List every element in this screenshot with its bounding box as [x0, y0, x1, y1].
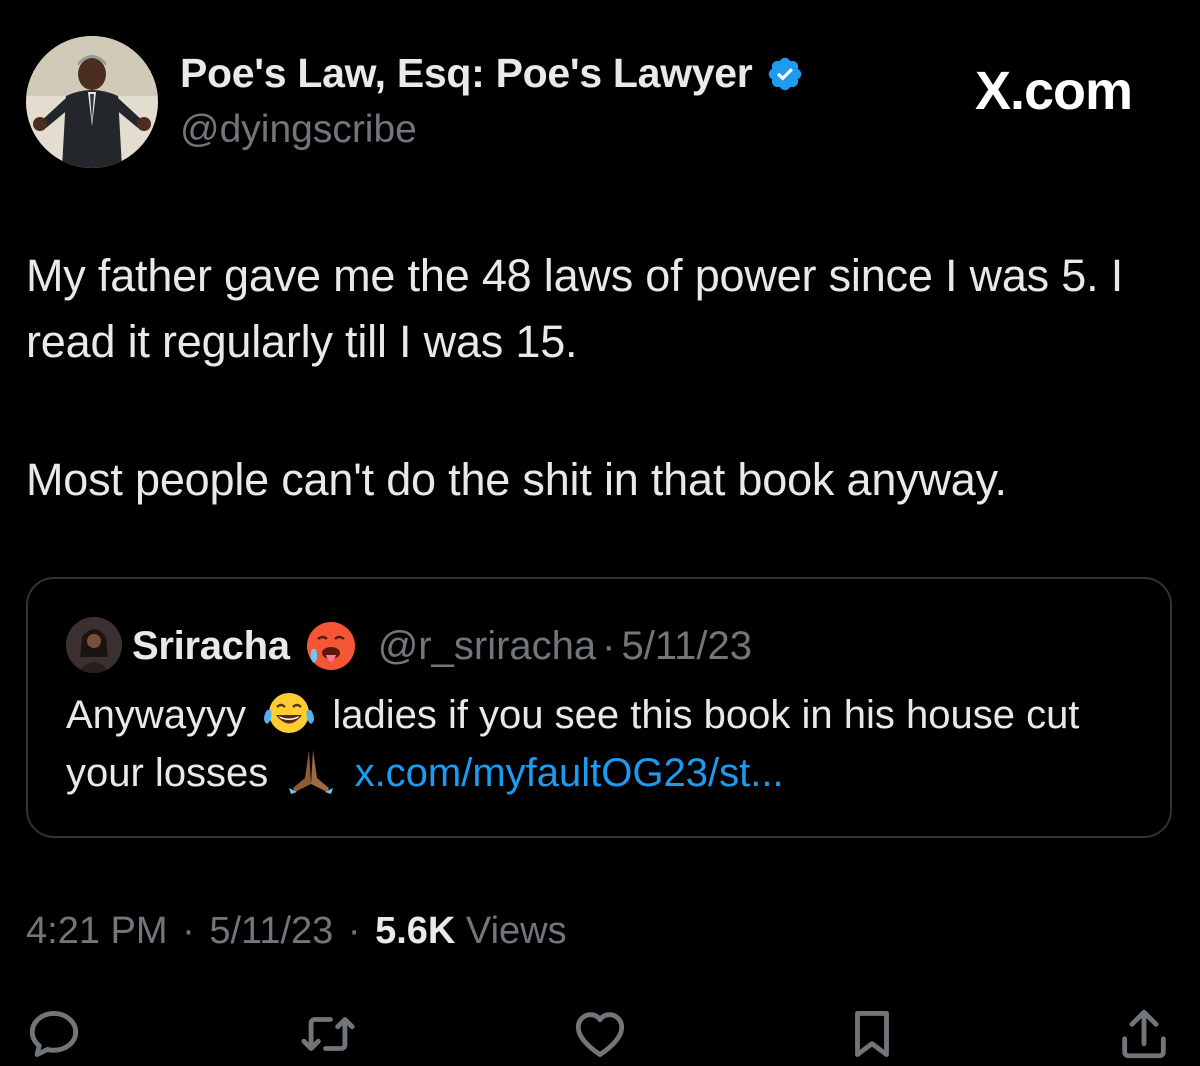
- bookmark-icon: [855, 1011, 889, 1057]
- quoted-tweet-header: Sriracha @r_sriracha · 5/11/23: [132, 618, 752, 674]
- avatar-illustration: [26, 36, 158, 168]
- meta-separator-2: ·: [347, 910, 361, 952]
- reply-icon: [29, 1011, 79, 1057]
- quoted-author-name[interactable]: Sriracha: [132, 624, 290, 669]
- author-display-name-row[interactable]: Poe's Law, Esq: Poe's Lawyer: [180, 50, 804, 97]
- quoted-avatar-image: [66, 617, 122, 673]
- tweet-date[interactable]: 5/11/23: [209, 910, 333, 952]
- quoted-text-part1: Anywayyy: [66, 693, 247, 737]
- bookmark-button[interactable]: [840, 1002, 904, 1066]
- tweet-meta: 4:21 PM · 5/11/23 · 5.6K Views: [26, 910, 567, 953]
- quoted-author-handle[interactable]: @r_sriracha: [378, 624, 596, 669]
- author-handle[interactable]: @dyingscribe: [180, 108, 417, 152]
- tweet-time[interactable]: 4:21 PM: [26, 910, 168, 952]
- quoted-separator: ·: [602, 623, 616, 668]
- quoted-date[interactable]: 5/11/23: [621, 624, 752, 669]
- share-button[interactable]: [1112, 1002, 1176, 1066]
- retweet-button[interactable]: [296, 1002, 360, 1066]
- meta-separator-1: ·: [182, 910, 195, 952]
- verified-badge-icon: [766, 55, 804, 93]
- folded-hands-icon: [285, 748, 337, 794]
- reply-button[interactable]: [22, 1002, 86, 1066]
- like-button[interactable]: [568, 1002, 632, 1066]
- tears-of-joy-icon: [263, 690, 315, 736]
- site-watermark: X.com: [975, 61, 1133, 121]
- retweet-icon: [301, 1017, 355, 1051]
- share-icon: [1122, 1009, 1166, 1059]
- author-display-name[interactable]: Poe's Law, Esq: Poe's Lawyer: [180, 50, 753, 97]
- author-avatar[interactable]: [26, 36, 158, 168]
- quoted-tweet-text: Anywayyy ladies if you see this book in …: [66, 686, 1146, 802]
- tweet-text-paragraph-1: My father gave me the 48 laws of power s…: [26, 250, 1124, 367]
- tweet-text-paragraph-2: Most people can't do the shit in that bo…: [26, 454, 1007, 505]
- views-count[interactable]: 5.6K: [375, 910, 455, 952]
- hot-face-icon: [304, 619, 358, 673]
- quoted-author-avatar[interactable]: [66, 617, 122, 673]
- quoted-tweet-link[interactable]: x.com/myfaultOG23/st...: [355, 751, 784, 795]
- views-label: Views: [465, 910, 567, 952]
- like-icon: [575, 1012, 625, 1057]
